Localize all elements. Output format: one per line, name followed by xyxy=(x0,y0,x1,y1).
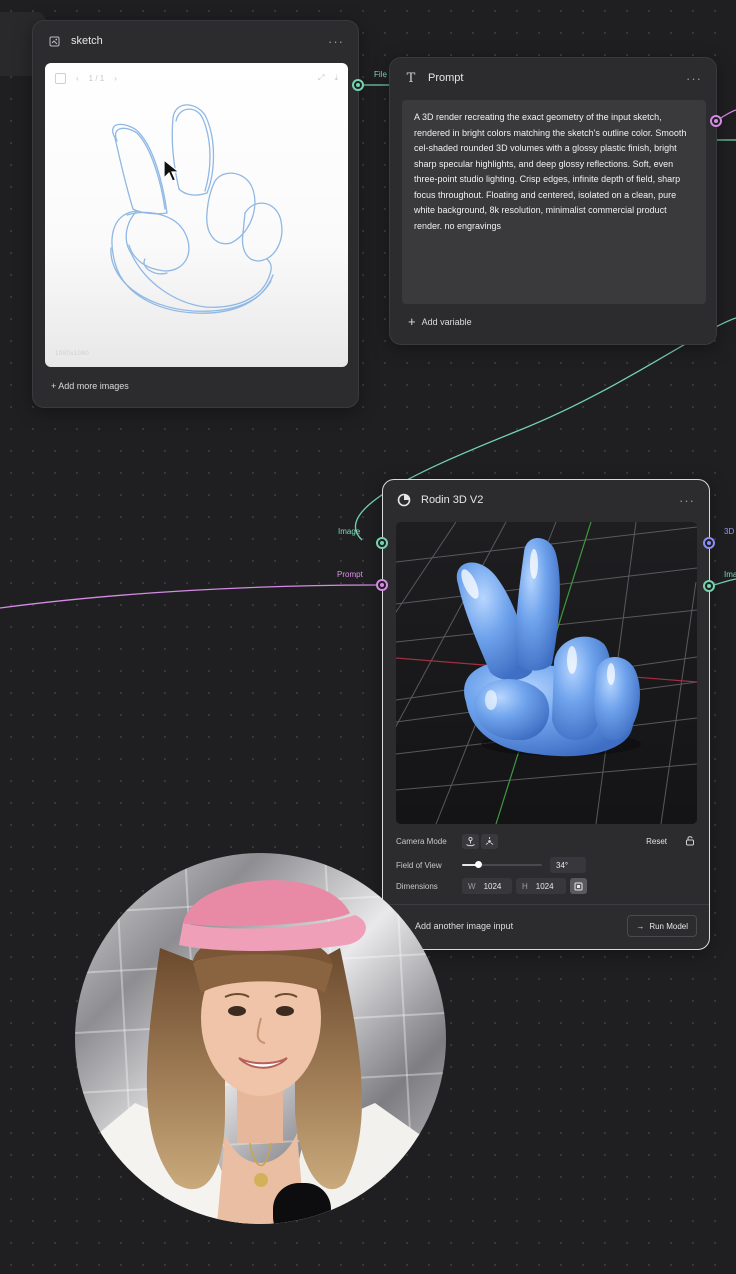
presenter-video xyxy=(75,853,446,1224)
prompt-input-label: Prompt xyxy=(337,570,363,579)
width-prefix: W xyxy=(468,881,476,891)
file-port-label: File xyxy=(374,70,387,79)
fov-value[interactable]: 34° xyxy=(550,857,586,873)
orbit-icon[interactable] xyxy=(462,834,479,849)
image-output-label: Ima xyxy=(724,570,736,579)
run-model-label: Run Model xyxy=(649,921,688,931)
rodin-prompt-input-port[interactable] xyxy=(376,579,388,591)
image-resolution: 1080x1080 xyxy=(55,351,90,357)
prompt-output-port[interactable] xyxy=(710,115,722,127)
more-dots-icon[interactable]: ··· xyxy=(679,493,695,508)
rodin-3d-node[interactable]: Rodin 3D V2 ··· Camera Mode Reset Field … xyxy=(382,479,710,950)
sketch-node[interactable]: sketch ··· ‹ 1 / 1 › ⤢ ⤓ 1080x1080 + Add… xyxy=(32,20,359,408)
sketch-file-output-port[interactable] xyxy=(352,79,364,91)
rodin-footer-divider xyxy=(383,904,709,905)
webcam-bubble xyxy=(75,853,446,1224)
height-field[interactable]: H 1024 xyxy=(516,878,566,894)
add-variable-button[interactable]: + Add variable xyxy=(408,314,472,329)
pan-icon[interactable] xyxy=(481,834,498,849)
lock-icon[interactable] xyxy=(685,835,695,848)
image-input-label: Image xyxy=(338,527,361,536)
image-file-icon xyxy=(47,34,61,48)
add-more-images-link[interactable]: + Add more images xyxy=(51,381,129,391)
dimensions-row: Dimensions W 1024 H 1024 xyxy=(396,878,695,894)
dimensions-label: Dimensions xyxy=(396,881,438,891)
add-variable-label: Add variable xyxy=(421,317,472,327)
plus-icon: + xyxy=(408,314,416,329)
sketch-image-frame[interactable]: ‹ 1 / 1 › ⤢ ⤓ 1080x1080 xyxy=(45,63,348,367)
3d-model-render xyxy=(396,522,697,824)
rodin-logo-icon xyxy=(397,493,411,507)
rodin-node-header[interactable]: Rodin 3D V2 ··· xyxy=(383,480,709,520)
aspect-lock-icon[interactable] xyxy=(570,878,587,894)
fov-slider[interactable] xyxy=(462,859,542,871)
prompt-node-header[interactable]: T Prompt ··· xyxy=(390,58,716,98)
arrow-right-icon: → xyxy=(636,921,645,931)
more-dots-icon[interactable]: ··· xyxy=(328,34,344,49)
prompt-node[interactable]: T Prompt ··· A 3D render recreating the … xyxy=(389,57,717,345)
height-prefix: H xyxy=(522,881,528,891)
wire-rodin-image-out xyxy=(713,578,736,586)
more-dots-icon[interactable]: ··· xyxy=(686,71,702,86)
workflow-canvas[interactable]: sketch ··· ‹ 1 / 1 › ⤢ ⤓ 1080x1080 + Add… xyxy=(0,0,736,1274)
rodin-3d-output-port[interactable] xyxy=(703,537,715,549)
camera-mode-row: Camera Mode Reset xyxy=(396,834,695,849)
prompt-textarea[interactable]: A 3D render recreating the exact geometr… xyxy=(402,100,706,304)
rodin-image-input-port[interactable] xyxy=(376,537,388,549)
width-value: 1024 xyxy=(483,881,502,891)
height-value: 1024 xyxy=(535,881,554,891)
prompt-node-title: Prompt xyxy=(428,72,464,84)
text-t-icon: T xyxy=(406,70,416,86)
3d-viewport[interactable] xyxy=(396,522,697,824)
sketch-node-title: sketch xyxy=(71,35,103,47)
wire-prompt-to-rodin xyxy=(0,584,377,609)
field-of-view-row: Field of View 34° xyxy=(396,857,695,873)
camera-mode-label: Camera Mode xyxy=(396,837,447,846)
add-image-input-button[interactable]: Add another image input xyxy=(415,921,513,931)
sketch-node-header[interactable]: sketch ··· xyxy=(33,21,358,61)
cursor-arrow-icon xyxy=(163,158,181,182)
run-model-button[interactable]: → Run Model xyxy=(627,915,697,937)
fov-label: Field of View xyxy=(396,860,442,870)
rodin-image-output-port[interactable] xyxy=(703,580,715,592)
rodin-node-title: Rodin 3D V2 xyxy=(421,494,484,506)
3d-output-label: 3D xyxy=(724,527,735,536)
width-field[interactable]: W 1024 xyxy=(462,878,512,894)
hand-sketch-drawing xyxy=(110,104,283,314)
fov-slider-thumb[interactable] xyxy=(475,861,482,868)
reset-button[interactable]: Reset xyxy=(646,837,667,846)
